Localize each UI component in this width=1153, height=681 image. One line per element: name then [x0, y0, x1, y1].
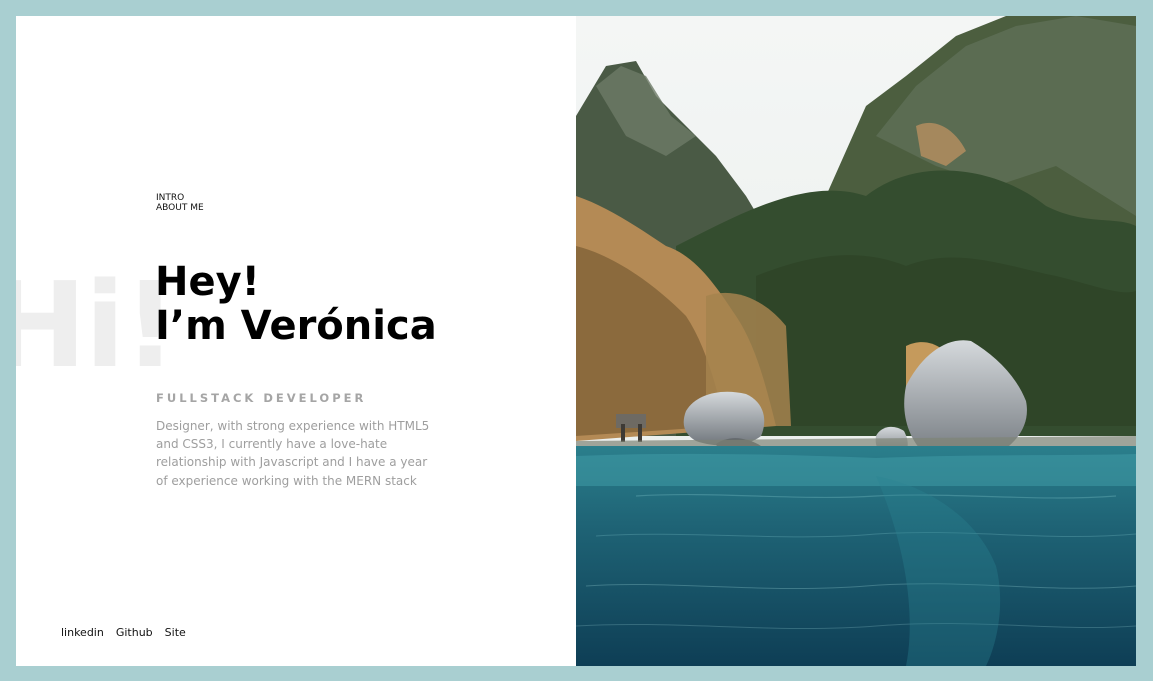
portfolio-card: Hi! INTRO ABOUT ME Hey! I’m Verónica FUL…: [16, 16, 1136, 666]
job-title: FULLSTACK DEVELOPER: [156, 391, 367, 405]
linkedin-link[interactable]: linkedin: [61, 626, 104, 639]
intro-panel: Hi! INTRO ABOUT ME Hey! I’m Verónica FUL…: [16, 16, 576, 666]
landscape-photo: [576, 16, 1136, 666]
headline-name: I’m Verónica: [155, 303, 437, 349]
page-title: Hey! I’m Verónica: [155, 260, 437, 348]
background-word: Hi!: [16, 256, 177, 394]
section-tag: INTRO ABOUT ME: [156, 193, 204, 213]
github-link[interactable]: Github: [116, 626, 153, 639]
social-links: linkedin Github Site: [61, 626, 186, 639]
bio-description: Designer, with strong experience with HT…: [156, 419, 430, 488]
site-link[interactable]: Site: [165, 626, 186, 639]
landscape-illustration: [576, 16, 1136, 666]
headline-greeting: Hey!: [155, 259, 260, 305]
